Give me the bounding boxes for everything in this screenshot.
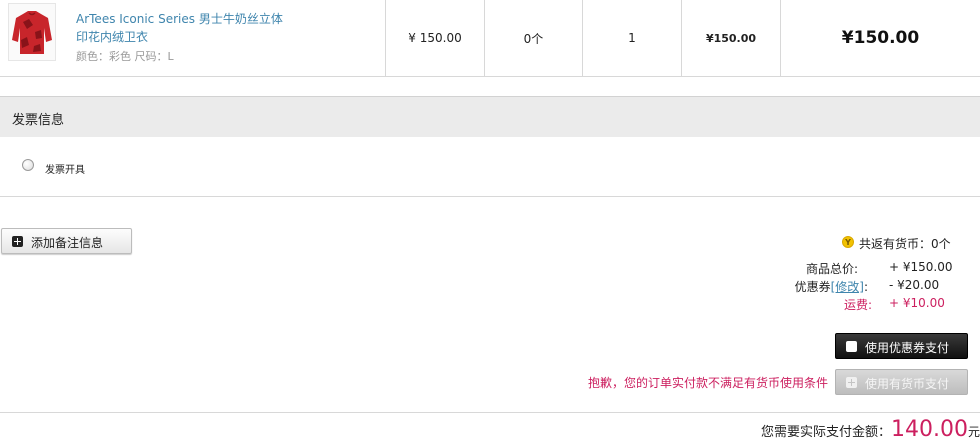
size-label: 尺码： bbox=[134, 50, 168, 63]
coupon-colon: : bbox=[863, 280, 868, 294]
shipping-label: 运费: bbox=[843, 298, 872, 312]
invoice-title: 发票信息 bbox=[12, 113, 65, 128]
plus-icon bbox=[846, 377, 857, 388]
payment-total: 您需要实际支付金额：140.00元 bbox=[761, 417, 980, 442]
plus-icon bbox=[846, 341, 857, 352]
product-row: ArTees Iconic Series 男士牛奶丝立体印花内绒卫衣 颜色：彩色… bbox=[0, 0, 980, 77]
coin-icon: Y bbox=[842, 236, 854, 248]
coin-pay-button[interactable]: 使用有货币支付 bbox=[835, 369, 968, 395]
invoice-section-header: 发票信息 bbox=[0, 96, 980, 137]
row-total: ¥150.00 bbox=[841, 28, 920, 48]
goods-total-value: + ¥150.00 bbox=[889, 260, 953, 274]
goods-total-label: 商品总价: bbox=[805, 262, 858, 276]
coupon-value: - ¥20.00 bbox=[889, 278, 940, 292]
product-name-link[interactable]: ArTees Iconic Series 男士牛奶丝立体印花内绒卫衣 bbox=[76, 10, 286, 46]
product-thumbnail[interactable] bbox=[8, 3, 56, 61]
add-remark-label: 添加备注信息 bbox=[31, 236, 104, 250]
coupon-pay-button[interactable]: 使用优惠券支付 bbox=[835, 333, 968, 359]
coin-return-total: 共返有货币：0个 bbox=[859, 237, 951, 251]
quantity: 1 bbox=[628, 31, 636, 45]
coin-return: 0个 bbox=[523, 31, 544, 46]
coupon-label: 优惠券[修改]: bbox=[758, 278, 868, 295]
divider bbox=[0, 196, 980, 197]
product-attributes: 颜色：彩色 尺码：L bbox=[76, 48, 174, 64]
color-label: 颜色： bbox=[76, 50, 109, 63]
coupon-label-text: 优惠券 bbox=[794, 280, 831, 294]
shipping-value: + ¥10.00 bbox=[889, 296, 945, 310]
unit-price: ¥ 150.00 bbox=[408, 31, 462, 45]
invoice-radio-label[interactable]: 发票开具 bbox=[45, 161, 85, 176]
sweatshirt-image bbox=[12, 11, 52, 54]
size-value: L bbox=[167, 50, 174, 63]
coin-pay-label: 使用有货币支付 bbox=[865, 377, 950, 391]
subtotal: ¥150.00 bbox=[705, 31, 757, 45]
color-value: 彩色 bbox=[109, 50, 131, 63]
divider bbox=[0, 412, 980, 413]
payment-label: 您需要实际支付金额： bbox=[760, 425, 891, 440]
coin-warning-text: 抱歉，您的订单实付款不满足有货币使用条件 bbox=[588, 376, 829, 390]
add-remark-button[interactable]: 添加备注信息 bbox=[1, 228, 132, 254]
payment-amount: 140.00 bbox=[891, 417, 968, 442]
coupon-edit-link[interactable]: [修改] bbox=[831, 280, 864, 294]
payment-unit: 元 bbox=[967, 425, 980, 439]
coupon-pay-label: 使用优惠券支付 bbox=[865, 341, 950, 355]
invoice-radio[interactable] bbox=[22, 159, 34, 171]
plus-icon bbox=[12, 236, 23, 247]
